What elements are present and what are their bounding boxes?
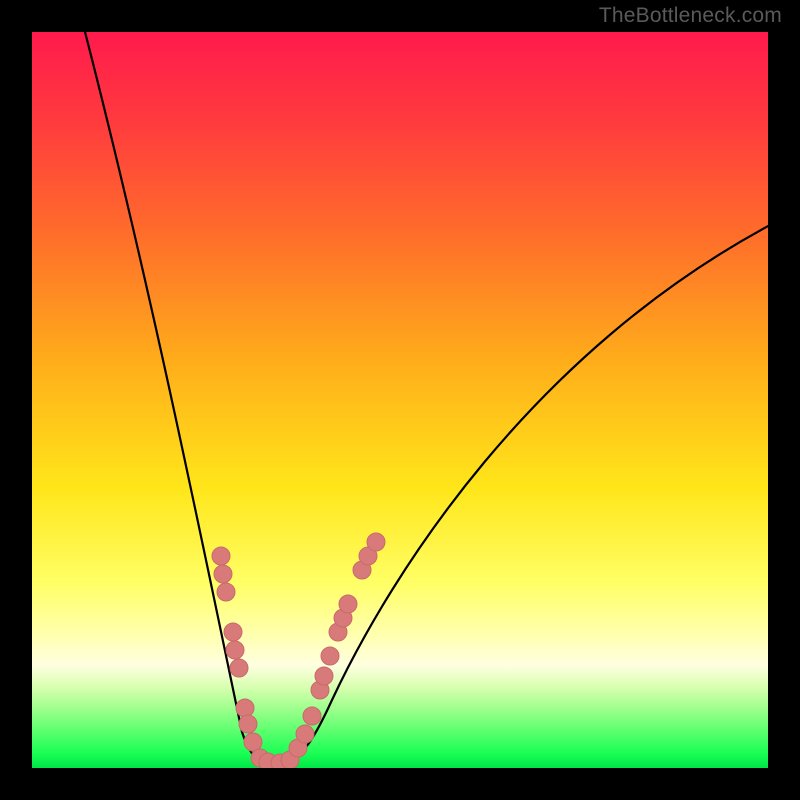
watermark-label: TheBottleneck.com (599, 4, 782, 28)
data-marker (226, 641, 244, 659)
data-marker (339, 595, 357, 613)
data-marker (239, 715, 257, 733)
data-marker (367, 533, 385, 551)
data-marker (303, 707, 321, 725)
data-marker (230, 659, 248, 677)
data-marker (244, 733, 262, 751)
curve-right-curve (284, 224, 768, 763)
data-marker (236, 699, 254, 717)
data-marker (315, 667, 333, 685)
data-marker (224, 623, 242, 641)
data-marker (217, 583, 235, 601)
data-marker (214, 565, 232, 583)
chart-frame: TheBottleneck.com (0, 0, 800, 800)
data-marker (296, 725, 314, 743)
data-marker (212, 547, 230, 565)
plot-area (32, 32, 768, 768)
data-marker (321, 647, 339, 665)
curve-canvas (32, 32, 768, 768)
